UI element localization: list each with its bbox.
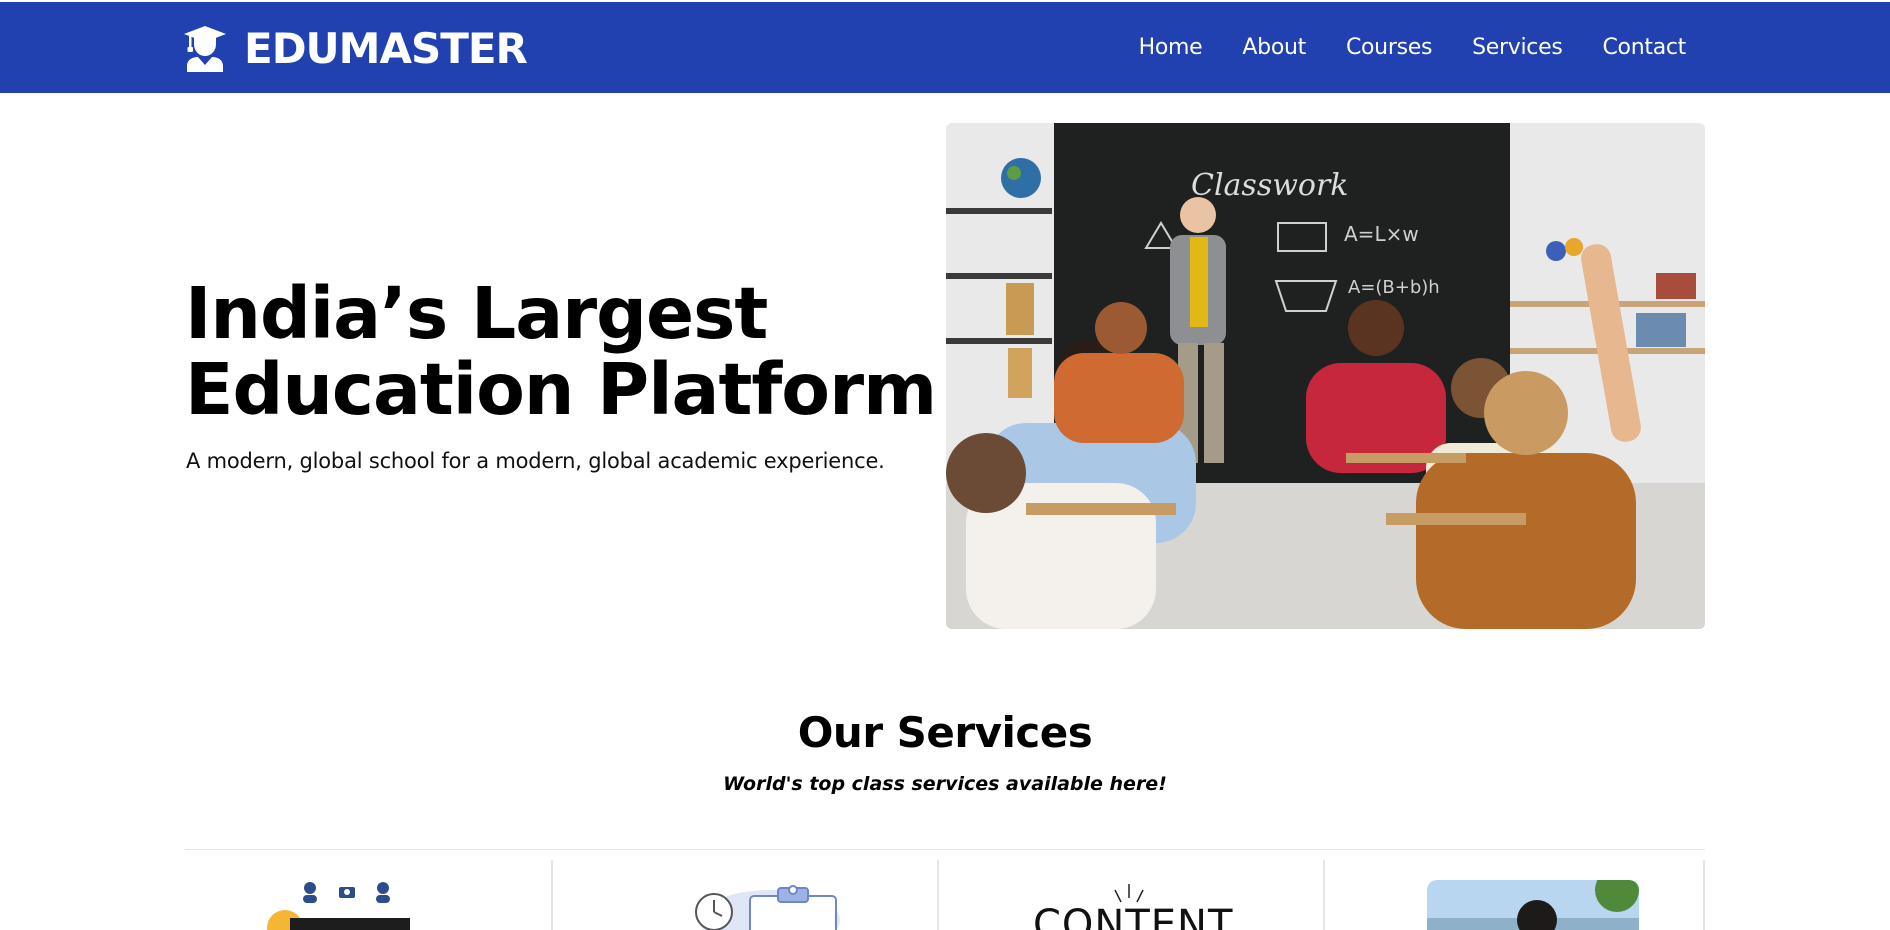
- navbar: EDUMASTER Home About Courses Services Co…: [0, 2, 1890, 93]
- nav-services[interactable]: Services: [1472, 35, 1563, 60]
- service-card[interactable]: [185, 860, 553, 930]
- online-class-illustration: [267, 882, 410, 930]
- brand-name: EDUMASTER: [244, 24, 528, 73]
- svg-text:A=(B+b)h: A=(B+b)h: [1348, 277, 1440, 298]
- svg-text:A=L×w: A=L×w: [1344, 222, 1419, 246]
- content-lettering-illustration: CONTENT: [1033, 884, 1233, 930]
- nav-home[interactable]: Home: [1139, 35, 1203, 60]
- hero-title: India’s Largest Education Platform: [185, 276, 945, 428]
- hero-title-line1: India’s Largest: [185, 272, 768, 355]
- services-title: Our Services: [797, 708, 1093, 757]
- hero-classroom-image: Classwork A=L×w A=(B+b)h: [946, 123, 1705, 629]
- graduate-icon: [184, 26, 226, 72]
- svg-text:Classwork: Classwork: [1191, 168, 1349, 203]
- nav-courses[interactable]: Courses: [1346, 35, 1432, 60]
- hero-subtitle: A modern, global school for a modern, gl…: [186, 449, 885, 473]
- student-photo: [1427, 880, 1639, 930]
- schedule-clipboard-illustration: [695, 885, 840, 930]
- service-card[interactable]: CONTENT: [941, 860, 1325, 930]
- main-nav: Home About Courses Services Contact: [1099, 2, 1687, 93]
- nav-about[interactable]: About: [1242, 35, 1306, 60]
- content-lettering-text: CONTENT: [1033, 902, 1233, 930]
- nav-contact[interactable]: Contact: [1603, 35, 1687, 60]
- services-subtitle: World's top class services available her…: [723, 773, 1167, 795]
- services-cards: CONTENT: [185, 860, 1705, 930]
- brand-logo[interactable]: EDUMASTER: [184, 24, 528, 74]
- service-card[interactable]: [555, 860, 939, 930]
- services-divider: [185, 849, 1705, 850]
- service-card[interactable]: [1327, 860, 1705, 930]
- hero-title-line2: Education Platform: [185, 348, 937, 431]
